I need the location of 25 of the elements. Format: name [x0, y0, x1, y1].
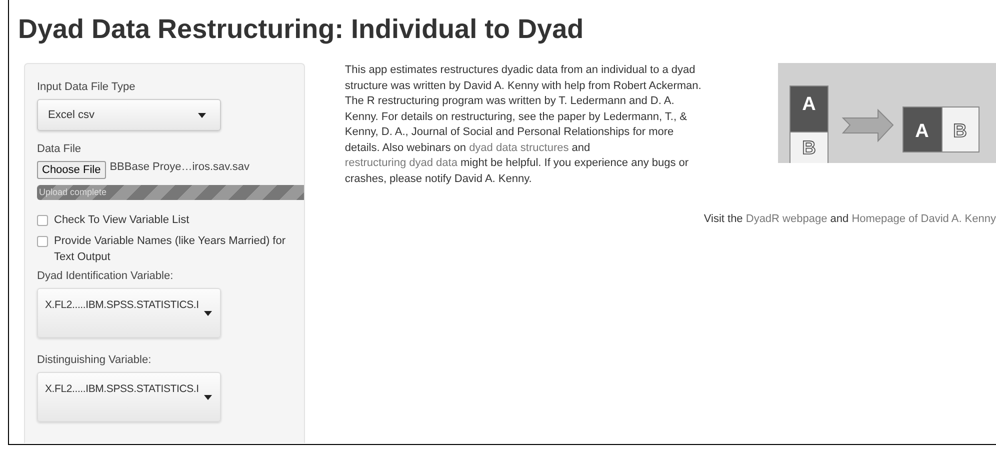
- page-title: Dyad Data Restructuring: Individual to Dyad: [17, 13, 585, 46]
- choose-file-button[interactable]: Choose File: [37, 161, 106, 179]
- file-name: BBBase Proye…iros.sav.sav: [110, 161, 250, 173]
- link[interactable]: restructuring dyad data: [344, 157, 458, 169]
- link[interactable]: dyad data structures: [469, 142, 569, 154]
- variable-select[interactable]: X.FL2.....IBM.SPSS.STATISTICS.I: [37, 372, 221, 422]
- field-label: Data File: [37, 143, 82, 155]
- link[interactable]: Homepage of David A. Kenny: [852, 213, 996, 225]
- checkbox-label: Provide Variable Names (like Years Married) for Text Output: [54, 234, 286, 265]
- field-label: Input Data File Type: [37, 81, 136, 93]
- caret-icon: [204, 311, 212, 316]
- checkbox-label: Check To View Variable List: [54, 213, 190, 228]
- caret-icon: [204, 395, 212, 400]
- checkbox[interactable]: [37, 215, 48, 226]
- file-type-select[interactable]: Excel csv: [37, 99, 221, 131]
- dyad-diagram-drawing: A B A B: [778, 63, 996, 163]
- checkbox[interactable]: [37, 236, 48, 247]
- field-label: Distinguishing Variable:: [37, 354, 152, 366]
- upload-progress: Upload complete: [37, 185, 304, 200]
- caret-icon: [198, 112, 206, 118]
- description-text: This app estimates restructures dyadic data from an individual to a dyad structure was written by David A. Kenny with help from Robert Ackerman. The R restructuring program was written by T. Ledermann and D. A. Kenny. For details on restructuring, see the paper by Ledermann, T., & Kenny, D. A., Journal of Social and Personal Relationships for more details. Also webinars on dyad data structures and restructuring dyad data might be helpful. If you experience any bugs or crashes, please notify David A. Kenny.: [344, 63, 702, 186]
- variable-select[interactable]: X.FL2.....IBM.SPSS.STATISTICS.I: [37, 288, 221, 338]
- field-label: Dyad Identification Variable:: [37, 270, 174, 282]
- links-text: Visit the DyadR webpage and Homepage of David A. Kenny: [704, 213, 996, 225]
- link[interactable]: DyadR webpage: [746, 213, 828, 225]
